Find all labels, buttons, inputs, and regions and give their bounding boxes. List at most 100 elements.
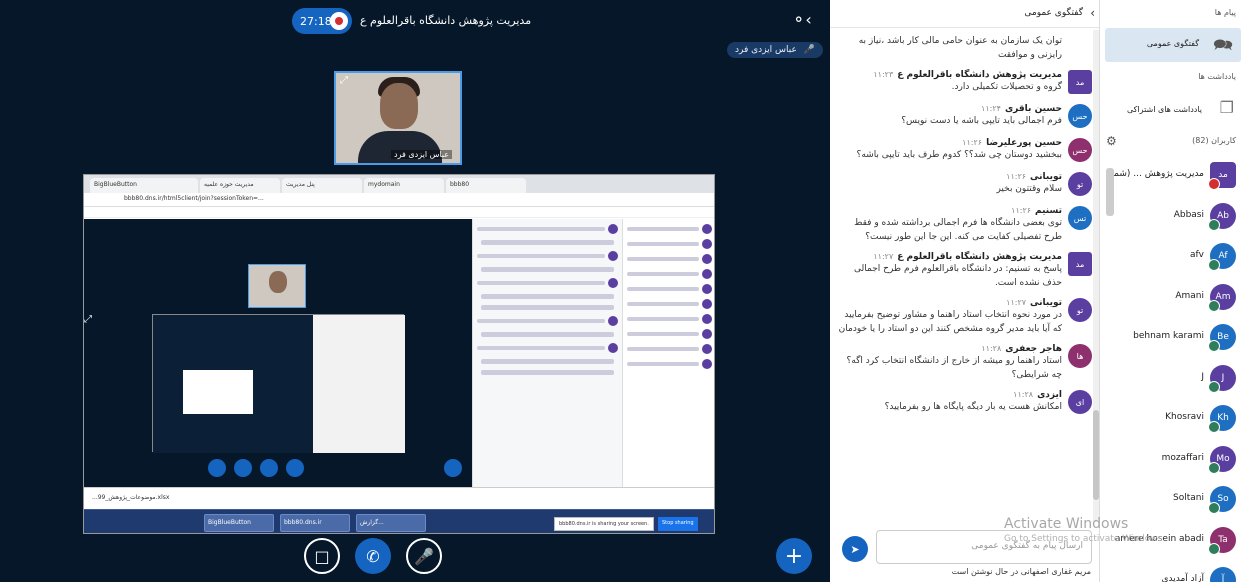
send-button[interactable]: ➤ bbox=[842, 536, 868, 562]
record-icon[interactable] bbox=[330, 12, 348, 30]
user-name: behnam karami bbox=[1133, 331, 1204, 341]
sender-name: ایزدی bbox=[1037, 390, 1062, 400]
avatar: Ab bbox=[1208, 202, 1236, 231]
sender-name: مدیریت پژوهش دانشگاه باقرالعلوم ع bbox=[897, 252, 1062, 262]
user-name: Amani bbox=[1175, 290, 1204, 301]
webcam-video[interactable]: ⤢ عباس ایزدی فرد bbox=[334, 71, 462, 165]
browser-tab[interactable]: مدیریت حوزه علمیه bbox=[200, 178, 280, 193]
camera-off-icon: □ bbox=[314, 546, 330, 566]
stop-sharing-button[interactable]: Stop sharing bbox=[658, 517, 698, 531]
avatar: حس bbox=[1068, 138, 1092, 162]
nested-webcam bbox=[248, 264, 306, 308]
users-scrollbar[interactable] bbox=[1106, 168, 1114, 216]
nested-user-row bbox=[627, 344, 712, 354]
message-text: فرم اجمالی باید تایپی باشه یا دست نویس؟ bbox=[901, 116, 1062, 126]
message-text: استاد راهنما رو میشه از خارج از دانشگاه … bbox=[846, 356, 1062, 380]
browser-tabs: BigBlueButton مدیریت حوزه علمیه پنل مدیر… bbox=[84, 175, 714, 193]
screenshare-view[interactable]: BigBlueButton مدیریت حوزه علمیه پنل مدیر… bbox=[83, 174, 715, 534]
avatar: So bbox=[1208, 486, 1236, 514]
avatar: Mo bbox=[1208, 445, 1236, 474]
user-name: مدیریت پژوهش ... (شما) bbox=[1107, 169, 1204, 179]
user-item[interactable]: مدیریت پژوهش ... (شما) مد bbox=[1100, 156, 1244, 194]
activate-windows-subtext: Go to Settings to activate Windows. bbox=[1004, 534, 1166, 544]
user-item[interactable]: Abbasi Ab bbox=[1100, 197, 1244, 235]
message-time: ۱۱:۲۸ bbox=[1013, 390, 1034, 399]
gear-icon[interactable]: ⚙ bbox=[1106, 134, 1117, 148]
message-header: حسین پورعلیرضا۱۱:۲۶ bbox=[838, 138, 1062, 148]
avatar: تس bbox=[1068, 206, 1092, 230]
fullscreen-icon[interactable]: ⤢ bbox=[84, 314, 92, 325]
chevron-left-icon[interactable]: ‹ bbox=[1090, 6, 1095, 20]
user-item[interactable]: آزاد آمدیدی آ bbox=[1100, 561, 1244, 582]
avatar: Kh bbox=[1208, 405, 1236, 433]
avatar: Am bbox=[1208, 283, 1236, 312]
message-list[interactable]: توان یک سازمان به عنوان حامی مالی کار با… bbox=[830, 30, 1100, 522]
message-time: ۱۱:۲۸ bbox=[981, 344, 1002, 353]
browser-tab[interactable]: BigBlueButton bbox=[90, 178, 198, 193]
nested-chat-line bbox=[481, 294, 614, 299]
user-item[interactable]: behnam karami Be bbox=[1100, 318, 1244, 356]
actions-button[interactable]: + bbox=[776, 538, 812, 574]
timer-text: 27:18 bbox=[300, 14, 332, 28]
typing-indicator: مریم غفاری اصفهانی در حال نوشتن است bbox=[951, 567, 1091, 576]
chat-message: مد مدیریت پژوهش دانشگاه باقرالعلوم ع۱۱:۲۳… bbox=[830, 66, 1100, 100]
browser-tab[interactable]: bbb80 bbox=[446, 178, 526, 193]
nested-user-row bbox=[627, 314, 712, 324]
download-file[interactable]: ...موضوعات_پژوهش_99.xlsx bbox=[92, 494, 169, 501]
nested-user-row bbox=[627, 269, 712, 279]
nested-chat-row bbox=[477, 316, 618, 326]
avatar: Be bbox=[1208, 324, 1236, 352]
chat-scroll-thumb[interactable] bbox=[1093, 410, 1099, 500]
mute-button[interactable]: 🎤 bbox=[406, 538, 442, 574]
message-header: تویبانی۱۱:۲۶ bbox=[838, 172, 1062, 182]
nested-main-area bbox=[84, 219, 472, 487]
chat-message: تو تویبانی۱۱:۲۶ سلام وقتتون بخیر bbox=[830, 168, 1100, 202]
mic-icon: 🎤 bbox=[803, 45, 815, 55]
talking-indicator: 🎤 عباس ایزدی فرد bbox=[727, 42, 823, 58]
message-time: ۱۱:۲۶ bbox=[1011, 206, 1032, 215]
webcam-figure-face bbox=[380, 83, 418, 129]
recording-timer[interactable]: 27:18 bbox=[292, 8, 352, 34]
camera-off-button[interactable]: □ bbox=[304, 538, 340, 574]
user-name: Khosravi bbox=[1165, 412, 1204, 422]
nested-chat-line bbox=[481, 240, 614, 245]
nested-controls bbox=[208, 459, 304, 477]
sender-name: تسنیم bbox=[1035, 206, 1062, 216]
top-bar: 27:18 مدیریت پژوهش دانشگاه باقرالعلوم ع … bbox=[0, 0, 830, 42]
user-item[interactable]: mozaffari Mo bbox=[1100, 440, 1244, 478]
user-item[interactable]: Khosravi Kh bbox=[1100, 399, 1244, 437]
user-item[interactable]: J J bbox=[1100, 359, 1244, 397]
chat-scrollbar[interactable] bbox=[1093, 30, 1099, 522]
downloads-bar: ...موضوعات_پژوهش_99.xlsx bbox=[84, 487, 714, 509]
chat-panel: ‹ گفتگوی عمومی توان یک سازمان به عنوان ح… bbox=[830, 0, 1100, 582]
browser-tab[interactable]: پنل مدیریت bbox=[282, 178, 362, 193]
message-text: در مورد نحوه انتخاب استاد راهنما و مشاور… bbox=[838, 310, 1062, 334]
chat-message: تو تویبانی۱۱:۲۷ در مورد نحوه انتخاب استاد … bbox=[830, 294, 1100, 340]
user-item[interactable]: afv Af bbox=[1100, 237, 1244, 275]
public-chat-label: گفتگوی عمومی bbox=[1146, 39, 1199, 48]
nested-user-row bbox=[627, 239, 712, 249]
user-item[interactable]: Soltani So bbox=[1100, 480, 1244, 518]
taskbar-item[interactable]: bbb80.dns.ir bbox=[280, 514, 350, 532]
taskbar-item[interactable]: گزارش... bbox=[356, 514, 426, 532]
mic-off-icon: 🎤 bbox=[414, 546, 434, 566]
public-chat-item[interactable]: گفتگوی عمومی 🗪 bbox=[1105, 28, 1241, 62]
messages-section-label: پیام ها bbox=[1214, 8, 1236, 17]
message-time: ۱۱:۲۷ bbox=[873, 252, 894, 261]
nested-chat-line bbox=[481, 370, 614, 375]
presenter-icon[interactable]: ⚬‹ bbox=[792, 10, 816, 32]
nested-chat-row bbox=[477, 251, 618, 261]
user-item[interactable]: Amani Am bbox=[1100, 278, 1244, 316]
sharing-notice: bbb80.dns.ir is sharing your screen. bbox=[554, 517, 654, 531]
main-area: 27:18 مدیریت پژوهش دانشگاه باقرالعلوم ع … bbox=[0, 0, 830, 582]
taskbar-item[interactable]: BigBlueButton bbox=[204, 514, 274, 532]
leave-audio-button[interactable]: ✆ bbox=[355, 538, 391, 574]
message-time: ۱۱:۲۳ bbox=[873, 70, 894, 79]
message-header: هاجر جعفری۱۱:۲۸ bbox=[838, 344, 1062, 354]
browser-tab[interactable]: mydomain bbox=[364, 178, 444, 193]
message-text: پاسخ به تسنیم: در دانشگاه باقرالعلوم فرم… bbox=[854, 264, 1062, 288]
fullscreen-icon[interactable]: ⤢ bbox=[340, 75, 348, 86]
message-text: توان یک سازمان به عنوان حامی مالی کار با… bbox=[858, 36, 1062, 60]
nested-plus-button bbox=[444, 459, 462, 477]
address-bar[interactable]: bbb80.dns.ir/html5client/join?sessionTok… bbox=[84, 193, 714, 207]
